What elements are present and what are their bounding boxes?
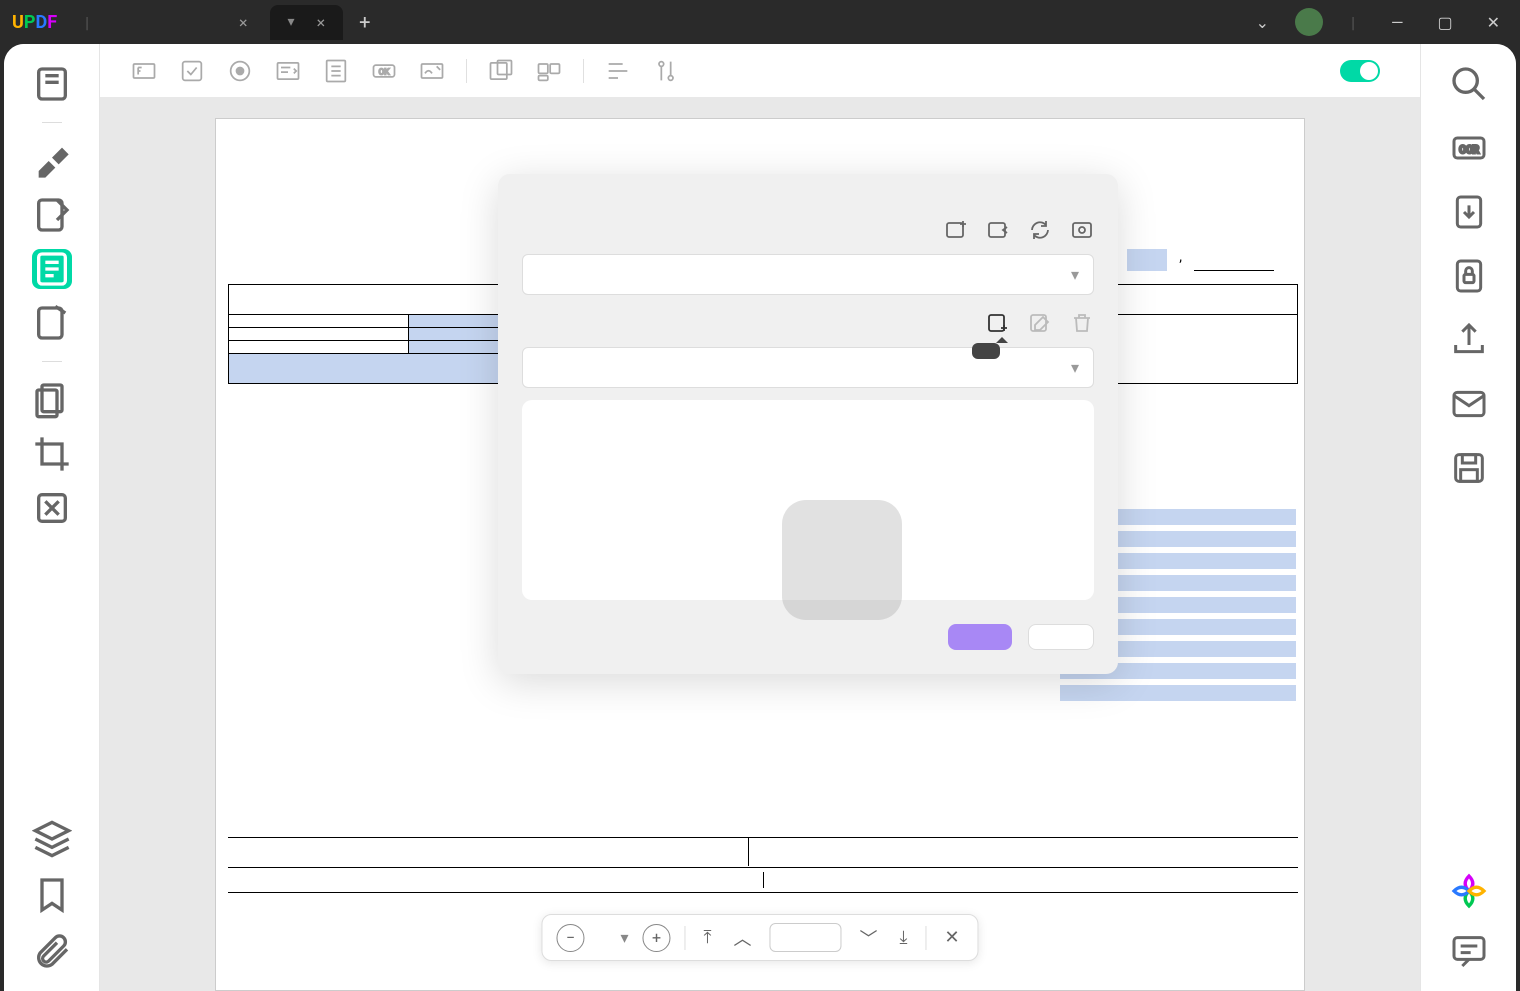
preview-sig-icon[interactable] [1070, 218, 1094, 242]
crop-icon[interactable] [32, 434, 72, 474]
cancel-button[interactable] [1028, 624, 1094, 650]
next-page-icon[interactable]: ﹀ [855, 925, 881, 951]
edit-page-icon[interactable] [32, 195, 72, 235]
edit-appearance-icon[interactable] [1028, 311, 1052, 335]
attachment-icon[interactable] [32, 931, 72, 971]
refresh-icon[interactable] [1028, 218, 1052, 242]
align-icon[interactable] [604, 57, 632, 85]
convert-icon[interactable] [1449, 192, 1489, 232]
organize-icon[interactable] [32, 303, 72, 343]
separator: | [85, 13, 89, 32]
import-id-icon[interactable] [986, 218, 1010, 242]
radio-icon[interactable] [226, 57, 254, 85]
ai-icon[interactable] [1449, 871, 1489, 911]
create-appearance-icon[interactable] [986, 311, 1010, 335]
email-icon[interactable] [1449, 384, 1489, 424]
pages-icon[interactable] [32, 380, 72, 420]
dropdown-icon[interactable] [274, 57, 302, 85]
user-avatar[interactable] [1295, 8, 1323, 36]
left-sidebar [4, 44, 100, 991]
share-icon[interactable] [1449, 320, 1489, 360]
tab-financial[interactable]: ▾ × [270, 5, 344, 40]
sign-button[interactable] [948, 624, 1012, 650]
signature-field-icon[interactable] [418, 57, 446, 85]
close-icon[interactable]: × [317, 13, 326, 32]
tab-banking[interactable]: × [209, 5, 266, 40]
form-toolbar: OK [100, 44, 1420, 98]
preview-toggle[interactable] [1340, 60, 1380, 82]
chevron-down-icon[interactable]: ▾ [620, 928, 628, 947]
protect-icon[interactable] [1449, 256, 1489, 296]
close-icon[interactable]: × [239, 13, 248, 32]
page-input[interactable] [769, 923, 841, 952]
close-button[interactable]: ✕ [1479, 9, 1508, 36]
svg-text:OCR: OCR [1459, 145, 1479, 156]
save-icon[interactable] [1449, 448, 1489, 488]
close-nav-icon[interactable]: ✕ [940, 927, 963, 948]
form-icon[interactable] [32, 249, 72, 289]
chevron-down-icon[interactable]: ⌄ [1248, 9, 1277, 36]
page-navigation: − ▾ + ⤒ ︿ ﹀ ⤓ ✕ [541, 914, 978, 961]
add-id-icon[interactable] [944, 218, 968, 242]
prev-page-icon[interactable]: ︿ [729, 925, 755, 951]
checkbox-icon[interactable] [178, 57, 206, 85]
zoom-in-button[interactable]: + [643, 924, 671, 952]
date-field-icon[interactable] [535, 57, 563, 85]
layers-icon[interactable] [32, 819, 72, 859]
separator: | [1351, 13, 1355, 32]
tools-icon[interactable] [652, 57, 680, 85]
appearance-select[interactable]: ▾ [522, 347, 1094, 388]
search-icon[interactable] [1449, 64, 1489, 104]
add-tab-button[interactable]: + [359, 10, 370, 34]
text-field-icon[interactable] [130, 57, 158, 85]
maximize-button[interactable]: ▢ [1429, 9, 1460, 36]
signature-preview [522, 400, 1094, 600]
zoom-out-button[interactable]: − [556, 924, 584, 952]
last-page-icon[interactable]: ⤓ [895, 927, 911, 948]
comment-icon[interactable] [1449, 931, 1489, 971]
first-page-icon[interactable]: ⤒ [700, 927, 716, 948]
app-logo: UPDF [12, 12, 57, 33]
sign-document-dialog: ▾ ▾ [498, 174, 1118, 674]
create-tooltip [972, 343, 1000, 359]
bookmark-icon[interactable] [32, 875, 72, 915]
minimize-button[interactable]: — [1383, 9, 1412, 36]
image-field-icon[interactable] [487, 57, 515, 85]
highlighter-icon[interactable] [32, 141, 72, 181]
ocr-icon[interactable]: OCR [1449, 128, 1489, 168]
chevron-down-icon[interactable]: ▾ [288, 14, 295, 30]
svg-text:OK: OK [379, 66, 391, 76]
reader-icon[interactable] [32, 64, 72, 104]
watermark-icon[interactable] [32, 488, 72, 528]
button-field-icon[interactable]: OK [370, 57, 398, 85]
digital-id-select[interactable]: ▾ [522, 254, 1094, 295]
listbox-icon[interactable] [322, 57, 350, 85]
right-sidebar: OCR [1420, 44, 1516, 991]
delete-appearance-icon[interactable] [1070, 311, 1094, 335]
